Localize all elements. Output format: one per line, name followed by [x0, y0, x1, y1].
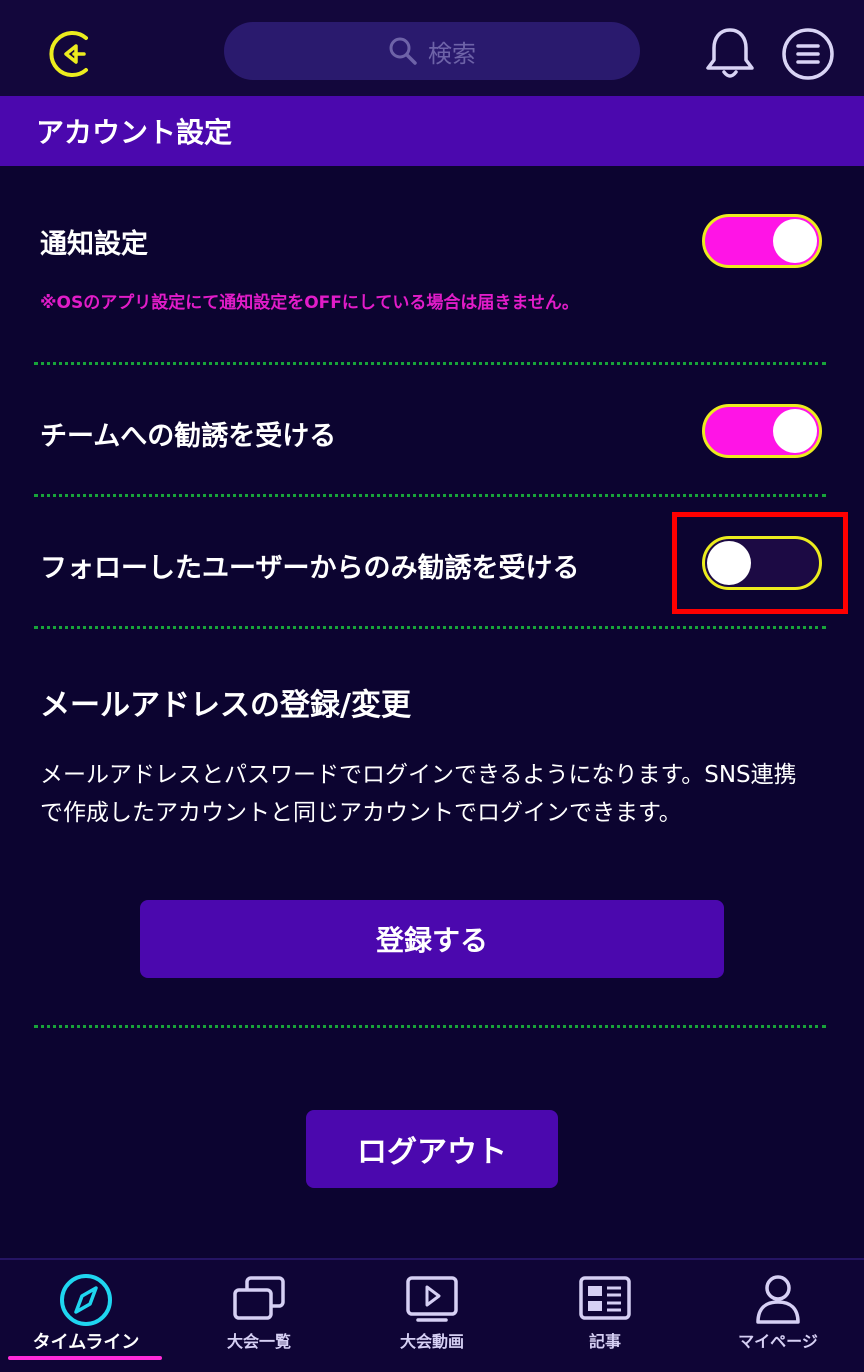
register-button[interactable]: 登録する	[140, 900, 724, 978]
team-invite-label: チームへの勧誘を受ける	[40, 421, 337, 452]
notification-note: ※OSのアプリ設定にて通知設定をOFFにしている場合は届きません。	[40, 293, 579, 313]
toggle-knob	[773, 409, 817, 453]
app-header: 検索	[0, 0, 864, 96]
notification-setting-label: 通知設定	[40, 229, 148, 260]
toggle-knob	[773, 219, 817, 263]
followed-only-invite-label: フォローしたユーザーからのみ勧誘を受ける	[40, 553, 580, 584]
search-input[interactable]: 検索	[224, 22, 640, 80]
compass-icon	[60, 1274, 112, 1326]
page-title-bar: アカウント設定	[0, 96, 864, 166]
team-invite-toggle[interactable]	[702, 404, 822, 458]
video-play-icon	[406, 1276, 458, 1322]
page-title: アカウント設定	[36, 116, 233, 149]
bell-icon[interactable]	[702, 24, 758, 82]
user-icon	[756, 1275, 800, 1324]
email-description: メールアドレスとパスワードでログインできるようになります。SNS連携で作成したア…	[40, 762, 797, 826]
nav-label-tournament-videos: 大会動画	[399, 1332, 464, 1351]
nav-item-articles[interactable]: 記事	[519, 1260, 691, 1372]
nav-label-timeline: タイムライン	[32, 1332, 140, 1353]
notification-toggle[interactable]	[702, 214, 822, 268]
search-placeholder: 検索	[428, 39, 476, 68]
nav-label-mypage: マイページ	[738, 1332, 818, 1351]
nav-item-tournament-list[interactable]: 大会一覧	[173, 1260, 345, 1372]
divider	[34, 362, 826, 365]
logout-button[interactable]: ログアウト	[306, 1110, 558, 1188]
nav-item-tournament-videos[interactable]: 大会動画	[346, 1260, 518, 1372]
back-arrow-icon[interactable]	[46, 28, 98, 80]
article-icon	[579, 1276, 631, 1320]
nav-label-tournament-list: 大会一覧	[226, 1332, 291, 1351]
active-tab-indicator	[8, 1356, 162, 1360]
nav-item-mypage[interactable]: マイページ	[692, 1260, 864, 1372]
highlight-box	[672, 512, 848, 614]
divider	[34, 1025, 826, 1028]
divider	[34, 494, 826, 497]
bottom-navigation: タイムライン 大会一覧 大会動画 記事 マイページ	[0, 1258, 864, 1372]
menu-icon[interactable]	[780, 26, 836, 82]
stacked-windows-icon	[233, 1276, 285, 1320]
nav-label-articles: 記事	[588, 1332, 621, 1351]
search-icon	[389, 37, 417, 65]
divider	[34, 626, 826, 629]
email-section-title: メールアドレスの登録/変更	[40, 688, 411, 723]
